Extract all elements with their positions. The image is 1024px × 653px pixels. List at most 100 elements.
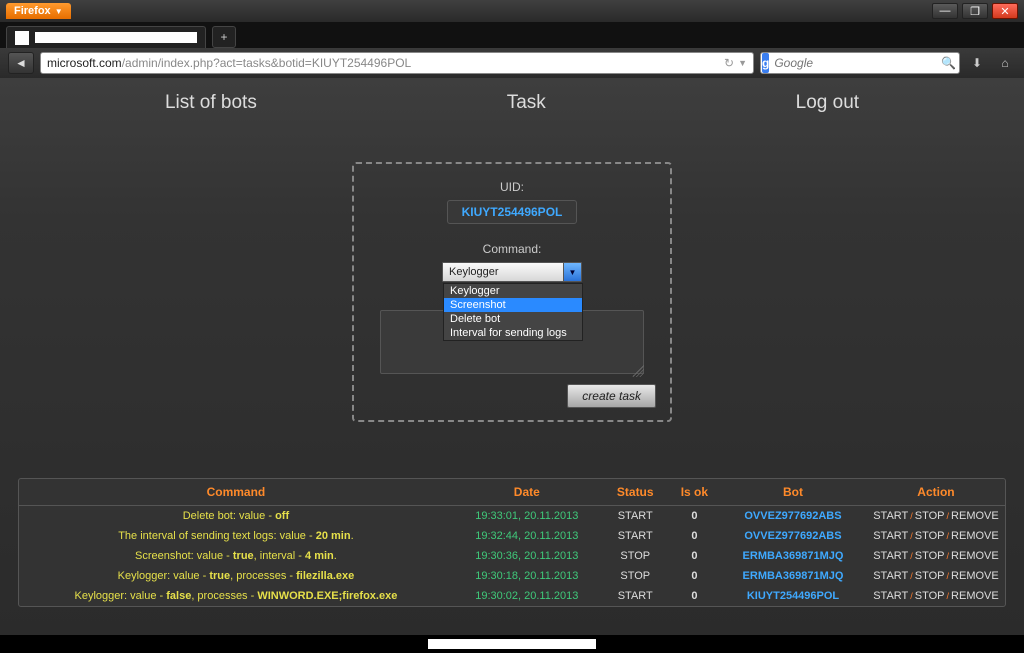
nav-task[interactable]: Task xyxy=(507,92,546,114)
action-start[interactable]: START xyxy=(873,510,908,522)
action-stop[interactable]: STOP xyxy=(915,570,945,582)
back-button[interactable]: ◄ xyxy=(8,52,34,74)
cell-status: STOP xyxy=(601,566,670,586)
url-path: /admin/index.php?act=tasks&botid=KIUYT25… xyxy=(122,56,412,70)
reload-icon[interactable]: ↻ xyxy=(724,56,734,70)
window-titlebar: Firefox ▼ — ❐ ✕ xyxy=(0,0,1024,22)
table-row: Delete bot: value - off19:33:01, 20.11.2… xyxy=(19,506,1005,527)
cell-bot[interactable]: KIUYT254496POL xyxy=(719,586,867,606)
tab-label xyxy=(35,32,197,43)
cell-action: START/STOP/REMOVE xyxy=(867,566,1005,586)
top-nav: List of bots Task Log out xyxy=(0,78,1024,122)
action-remove[interactable]: REMOVE xyxy=(951,550,999,562)
cell-bot[interactable]: ERMBA369871MJQ xyxy=(719,546,867,566)
th-action: Action xyxy=(867,479,1005,506)
cell-is-ok: 0 xyxy=(670,506,719,527)
command-option[interactable]: Keylogger xyxy=(444,284,582,298)
action-remove[interactable]: REMOVE xyxy=(951,590,999,602)
chevron-down-icon: ▼ xyxy=(55,7,63,16)
cell-is-ok: 0 xyxy=(670,546,719,566)
separator-icon: / xyxy=(910,531,913,541)
th-status: Status xyxy=(601,479,670,506)
command-selected-value: Keylogger xyxy=(443,266,563,278)
command-select[interactable]: Keylogger ▼ KeyloggerScreenshotDelete bo… xyxy=(442,262,582,282)
action-stop[interactable]: STOP xyxy=(915,510,945,522)
command-option[interactable]: Screenshot xyxy=(444,298,582,312)
action-stop[interactable]: STOP xyxy=(915,530,945,542)
cell-command: Screenshot: value - true, interval - 4 m… xyxy=(19,546,453,566)
new-tab-button[interactable]: + xyxy=(212,26,236,48)
cell-status: START xyxy=(601,506,670,527)
action-remove[interactable]: REMOVE xyxy=(951,510,999,522)
table-row: Keylogger: value - true, processes - fil… xyxy=(19,566,1005,586)
action-start[interactable]: START xyxy=(873,590,908,602)
action-start[interactable]: START xyxy=(873,550,908,562)
chevron-down-icon[interactable]: ▼ xyxy=(738,58,747,68)
separator-icon: / xyxy=(910,511,913,521)
cell-action: START/STOP/REMOVE xyxy=(867,586,1005,606)
chevron-down-icon[interactable]: ▼ xyxy=(563,263,581,281)
resize-grip-icon[interactable] xyxy=(632,365,644,377)
table-row: Screenshot: value - true, interval - 4 m… xyxy=(19,546,1005,566)
command-option[interactable]: Interval for sending logs xyxy=(444,326,582,340)
th-is-ok: Is ok xyxy=(670,479,719,506)
separator-icon: / xyxy=(910,591,913,601)
table-row: Keylogger: value - false, processes - WI… xyxy=(19,586,1005,606)
action-remove[interactable]: REMOVE xyxy=(951,530,999,542)
th-date: Date xyxy=(453,479,601,506)
uid-label: UID: xyxy=(500,180,524,194)
status-block xyxy=(427,638,597,650)
action-stop[interactable]: STOP xyxy=(915,590,945,602)
cell-action: START/STOP/REMOVE xyxy=(867,546,1005,566)
search-input[interactable] xyxy=(770,56,935,70)
create-task-button[interactable]: create task xyxy=(567,384,656,408)
table-row: The interval of sending text logs: value… xyxy=(19,526,1005,546)
cell-date: 19:30:02, 20.11.2013 xyxy=(453,586,601,606)
firefox-menu-button[interactable]: Firefox ▼ xyxy=(6,3,71,19)
separator-icon: / xyxy=(947,591,950,601)
action-remove[interactable]: REMOVE xyxy=(951,570,999,582)
browser-tab[interactable] xyxy=(6,26,206,48)
downloads-button[interactable]: ⬇ xyxy=(966,52,988,74)
browser-toolbar: ◄ microsoft.com /admin/index.php?act=tas… xyxy=(0,48,1024,78)
nav-logout[interactable]: Log out xyxy=(796,92,859,114)
command-dropdown: KeyloggerScreenshotDelete botInterval fo… xyxy=(443,283,583,341)
window-maximize-button[interactable]: ❐ xyxy=(962,3,988,19)
uid-value: KIUYT254496POL xyxy=(447,200,578,224)
search-bar[interactable]: g 🔍 xyxy=(760,52,960,74)
cell-status: START xyxy=(601,526,670,546)
cell-bot[interactable]: ERMBA369871MJQ xyxy=(719,566,867,586)
action-stop[interactable]: STOP xyxy=(915,550,945,562)
action-start[interactable]: START xyxy=(873,530,908,542)
google-icon: g xyxy=(762,53,769,73)
tab-favicon xyxy=(15,31,29,45)
cell-command: The interval of sending text logs: value… xyxy=(19,526,453,546)
separator-icon: / xyxy=(947,511,950,521)
nav-list-bots[interactable]: List of bots xyxy=(165,92,257,114)
th-command: Command xyxy=(19,479,453,506)
command-label: Command: xyxy=(483,242,542,256)
cell-command: Keylogger: value - false, processes - WI… xyxy=(19,586,453,606)
command-option[interactable]: Delete bot xyxy=(444,312,582,326)
cell-is-ok: 0 xyxy=(670,566,719,586)
task-form-panel: UID: KIUYT254496POL Command: Keylogger ▼… xyxy=(352,162,672,422)
th-bot: Bot xyxy=(719,479,867,506)
home-button[interactable]: ⌂ xyxy=(994,52,1016,74)
browser-tabstrip: + xyxy=(0,22,1024,48)
firefox-label: Firefox xyxy=(14,5,51,17)
cell-date: 19:33:01, 20.11.2013 xyxy=(453,506,601,527)
window-close-button[interactable]: ✕ xyxy=(992,3,1018,19)
separator-icon: / xyxy=(910,551,913,561)
window-minimize-button[interactable]: — xyxy=(932,3,958,19)
cell-action: START/STOP/REMOVE xyxy=(867,506,1005,527)
search-icon[interactable]: 🔍 xyxy=(935,56,962,70)
action-start[interactable]: START xyxy=(873,570,908,582)
window-bottom-bar xyxy=(0,635,1024,653)
cell-command: Keylogger: value - true, processes - fil… xyxy=(19,566,453,586)
cell-status: START xyxy=(601,586,670,606)
table-header-row: Command Date Status Is ok Bot Action xyxy=(19,479,1005,506)
page-content: List of bots Task Log out UID: KIUYT2544… xyxy=(0,78,1024,635)
url-bar[interactable]: microsoft.com /admin/index.php?act=tasks… xyxy=(40,52,754,74)
cell-bot[interactable]: OVVEZ977692ABS xyxy=(719,526,867,546)
cell-bot[interactable]: OVVEZ977692ABS xyxy=(719,506,867,527)
